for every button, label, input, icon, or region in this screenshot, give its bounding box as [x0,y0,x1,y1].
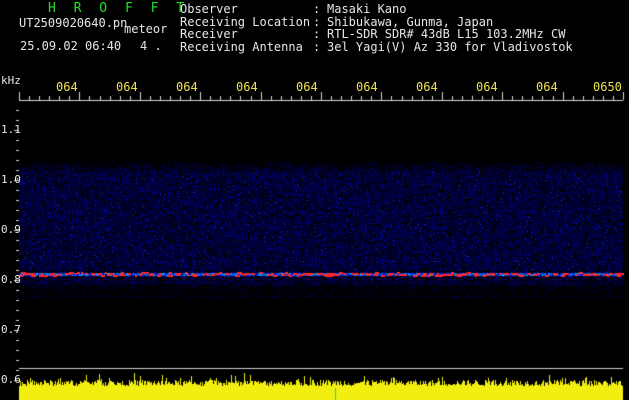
info-row-antenna: Receiving Antenna:3el Yagi(V) Az 330 for… [180,39,573,54]
y-tick-label: 1.1 [1,123,21,136]
date-time: 25.09.02 06:40 [20,39,122,53]
info-key: Observer [180,2,238,16]
info-key: Receiving Antenna [180,39,303,54]
x-tick-label: 064 [296,80,318,94]
y-axis-unit: kHz [1,74,21,87]
x-tick-label: 0650 [593,80,622,94]
x-tick-label: 064 [236,80,258,94]
file-name: UT2509020640.pn [19,16,128,30]
x-tick-label: 064 [536,80,558,94]
info-value: 3el Yagi(V) Az 330 for Vladivostok [327,39,573,54]
y-tick-label: 0.8 [1,273,21,286]
info-sep: : [313,39,321,54]
spectrogram-canvas [0,0,629,400]
y-tick-label: 0.7 [1,323,21,336]
x-tick-label: 064 [416,80,438,94]
info-sep: : [313,27,321,41]
y-tick-label: 1.0 [1,173,21,186]
meteor-count: 4 . [140,39,162,53]
x-tick-label: 064 [356,80,378,94]
y-tick-label: 0.9 [1,223,21,236]
meteor-label: meteor [124,22,168,36]
station-info: Observer: Masaki Kano Receiving Location:… [180,3,573,53]
x-tick-label: 064 [116,80,138,94]
info-row-observer: Observer: Masaki Kano [180,3,573,16]
x-tick-label: 064 [56,80,78,94]
info-row-receiver: Receiver: RTL-SDR SDR# 43dB L15 103.2MHz … [180,28,573,41]
info-key: Receiver [180,27,238,41]
info-value: Masaki Kano [327,2,407,16]
info-value: RTL-SDR SDR# 43dB L15 103.2MHz CW [327,27,566,41]
app-title: H R O F F T [48,1,190,16]
y-tick-label: 0.6 [1,373,21,386]
x-tick-label: 064 [176,80,198,94]
info-sep: : [313,2,321,16]
x-tick-label: 064 [476,80,498,94]
